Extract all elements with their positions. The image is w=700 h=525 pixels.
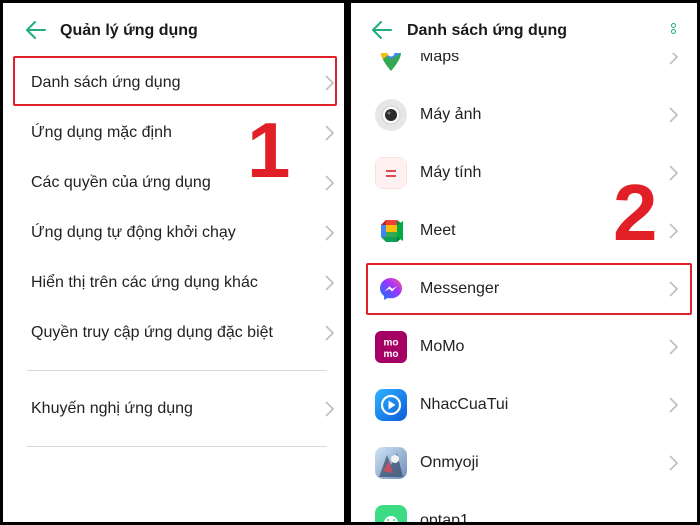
step-number-2: 2 [613,168,658,257]
chevron-right-icon [667,338,679,356]
svg-text:mo: mo [384,349,399,360]
app-row-camera[interactable]: Máy ảnh [351,86,697,144]
chevron-right-icon [323,224,335,242]
chevron-right-icon [667,222,679,240]
back-arrow-icon[interactable] [25,20,47,40]
divider [27,446,327,447]
page-title: Danh sách ứng dụng [407,22,568,39]
menu-item-special-access[interactable]: Quyền truy cập ứng dụng đặc biệt [13,309,344,357]
chevron-right-icon [323,124,335,142]
app-name: MoMo [420,338,465,355]
header-edge [351,47,697,53]
app-row-optap1[interactable]: optap1 [351,492,697,522]
app-name: Onmyoji [420,454,479,471]
app-name: Máy tính [420,164,482,181]
app-list-screen: Danh sách ứng dụng Maps Máy ảnh Máy tính… [351,3,697,522]
menu-item-label: Ứng dụng tự động khởi chạy [31,224,236,241]
app-name: Meet [420,222,456,239]
camera-icon [375,99,407,131]
menu-item-label: Khuyến nghị ứng dụng [31,400,193,417]
app-name: optap1 [420,512,469,522]
menu-item-label: Ứng dụng mặc định [31,124,172,141]
momo-icon: mo mo [375,331,407,363]
back-arrow-icon[interactable] [371,20,393,40]
onmyoji-icon [375,447,407,479]
app-name: Máy ảnh [420,106,482,123]
menu-item-app-recommendations[interactable]: Khuyến nghị ứng dụng [13,385,344,433]
chevron-right-icon [667,106,679,124]
nhaccuatui-icon [375,389,407,421]
app-row-momo[interactable]: mo mo MoMo [351,318,697,376]
chevron-right-icon [323,324,335,342]
chevron-right-icon [667,164,679,182]
app-name: NhacCuaTui [420,396,509,413]
divider [27,370,327,371]
menu-item-label: Hiển thị trên các ứng dụng khác [31,274,258,291]
chevron-right-icon [323,274,335,292]
meet-icon [375,215,407,247]
app-row-onmyoji[interactable]: Onmyoji [351,434,697,492]
app-management-screen: Quản lý ứng dụng Danh sách ứng dụng Ứng … [3,3,344,522]
chevron-right-icon [667,396,679,414]
page-title: Quản lý ứng dụng [60,22,198,39]
menu-item-label: Các quyền của ứng dụng [31,174,211,191]
momo-logo-text: mo [384,338,399,349]
chevron-right-icon [323,174,335,192]
app-row-nhaccuatui[interactable]: NhacCuaTui [351,376,697,434]
menu-item-app-permissions[interactable]: Các quyền của ứng dụng [13,159,344,207]
screenshot-frame: Quản lý ứng dụng Danh sách ứng dụng Ứng … [0,0,700,525]
chevron-right-icon [323,400,335,418]
menu-item-default-apps[interactable]: Ứng dụng mặc định [13,109,344,157]
chevron-right-icon [667,454,679,472]
step-number-1: 1 [247,106,291,194]
highlight-box-step-1 [13,56,337,106]
menu-item-auto-launch[interactable]: Ứng dụng tự động khởi chạy [13,209,344,257]
android-icon [375,505,407,522]
more-options-icon[interactable] [671,23,677,39]
header: Quản lý ứng dụng [3,3,344,59]
highlight-box-step-2 [366,263,692,315]
menu-item-label: Quyền truy cập ứng dụng đặc biệt [31,324,273,341]
calculator-icon [375,157,407,189]
menu-item-display-over-apps[interactable]: Hiển thị trên các ứng dụng khác [13,259,344,307]
